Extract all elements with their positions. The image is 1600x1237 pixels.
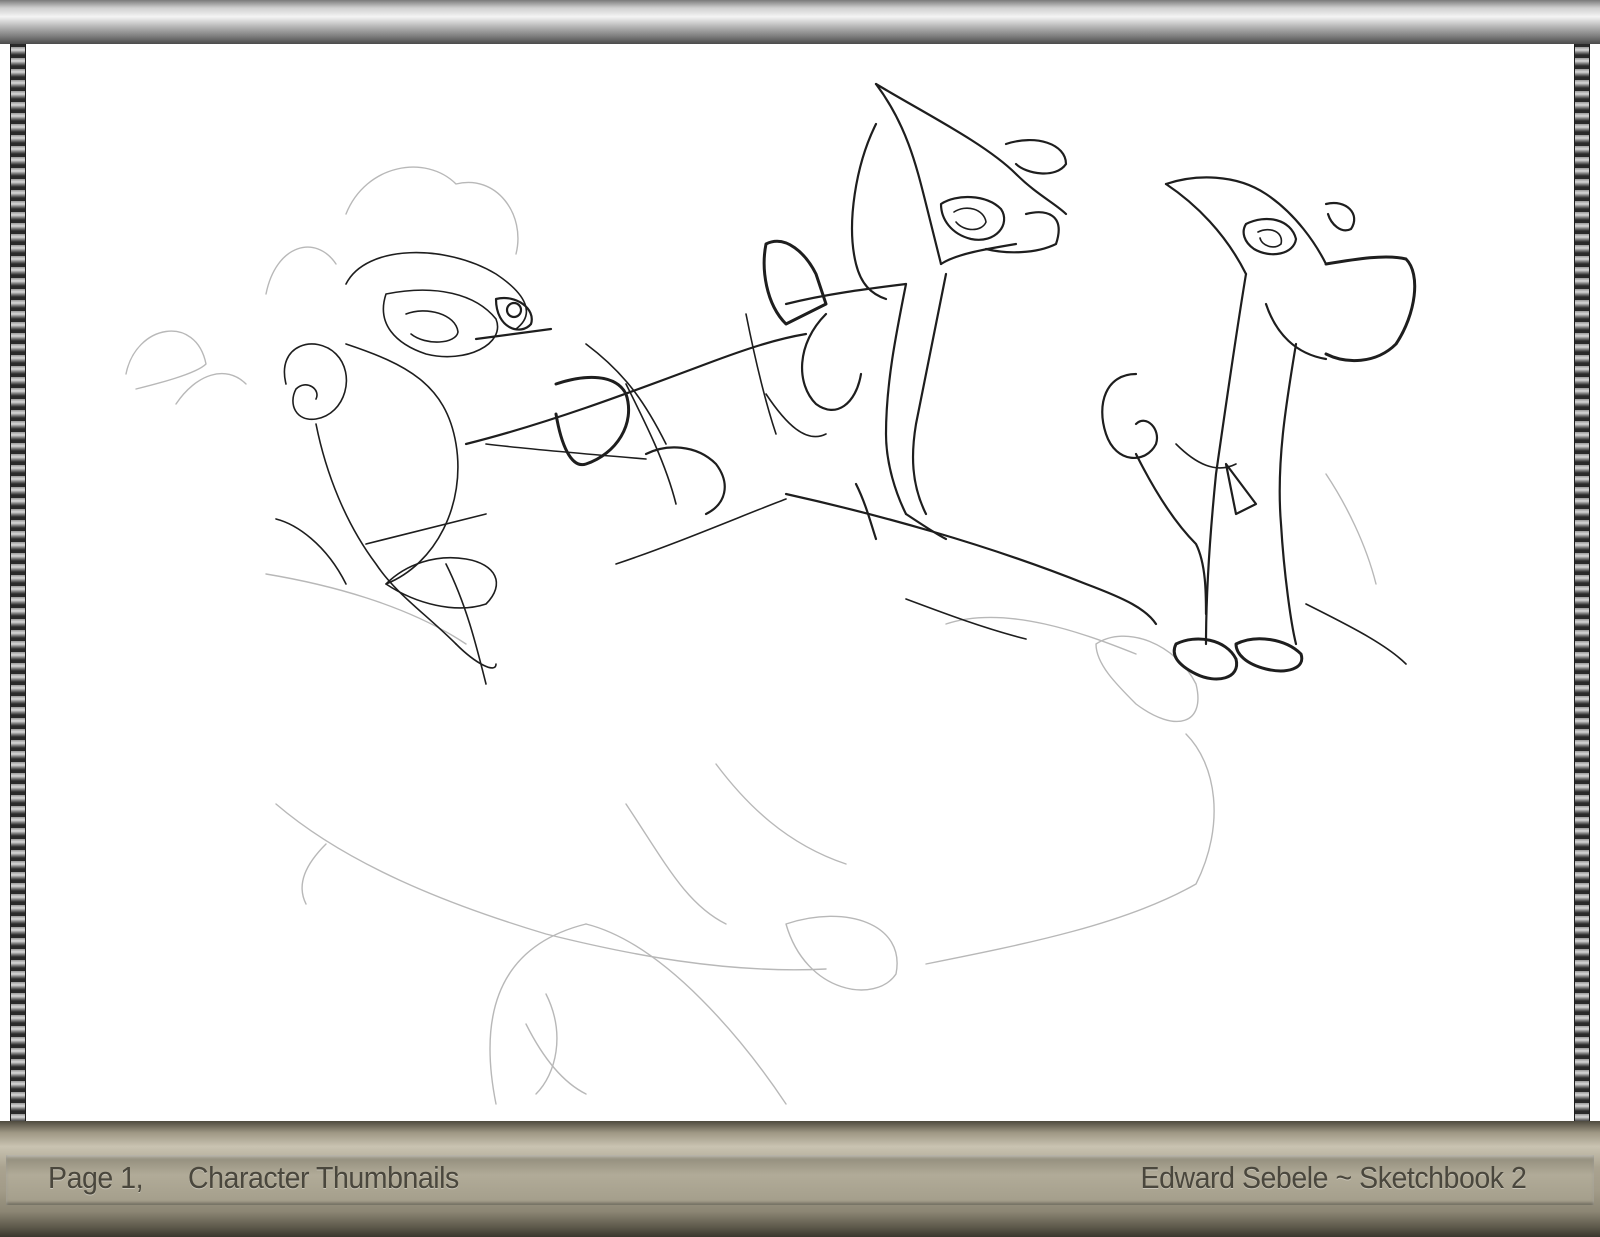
bottom-caption-bar: Page 1, Character Thumbnails Edward Sebe… <box>0 1121 1600 1237</box>
left-chain-border <box>10 44 26 1124</box>
top-frame-bar <box>0 0 1600 44</box>
character-sketch-arm <box>464 332 808 516</box>
author-credit: Edward Sebele ~ Sketchbook 2 <box>1140 1160 1526 1195</box>
right-chain-border <box>1574 44 1590 1124</box>
character-sketch-right <box>1101 176 1417 681</box>
page-number-label: Page 1, <box>48 1160 144 1195</box>
character-sketch-left <box>125 166 553 685</box>
sketch-sheet <box>26 44 1574 1124</box>
character-sketch-middle <box>745 82 1068 541</box>
cliff-ledge <box>615 492 1158 640</box>
faint-rock-shapes <box>265 573 1215 1105</box>
page-title: Character Thumbnails <box>188 1160 459 1195</box>
pencil-sketch-illustration <box>125 82 1417 1105</box>
